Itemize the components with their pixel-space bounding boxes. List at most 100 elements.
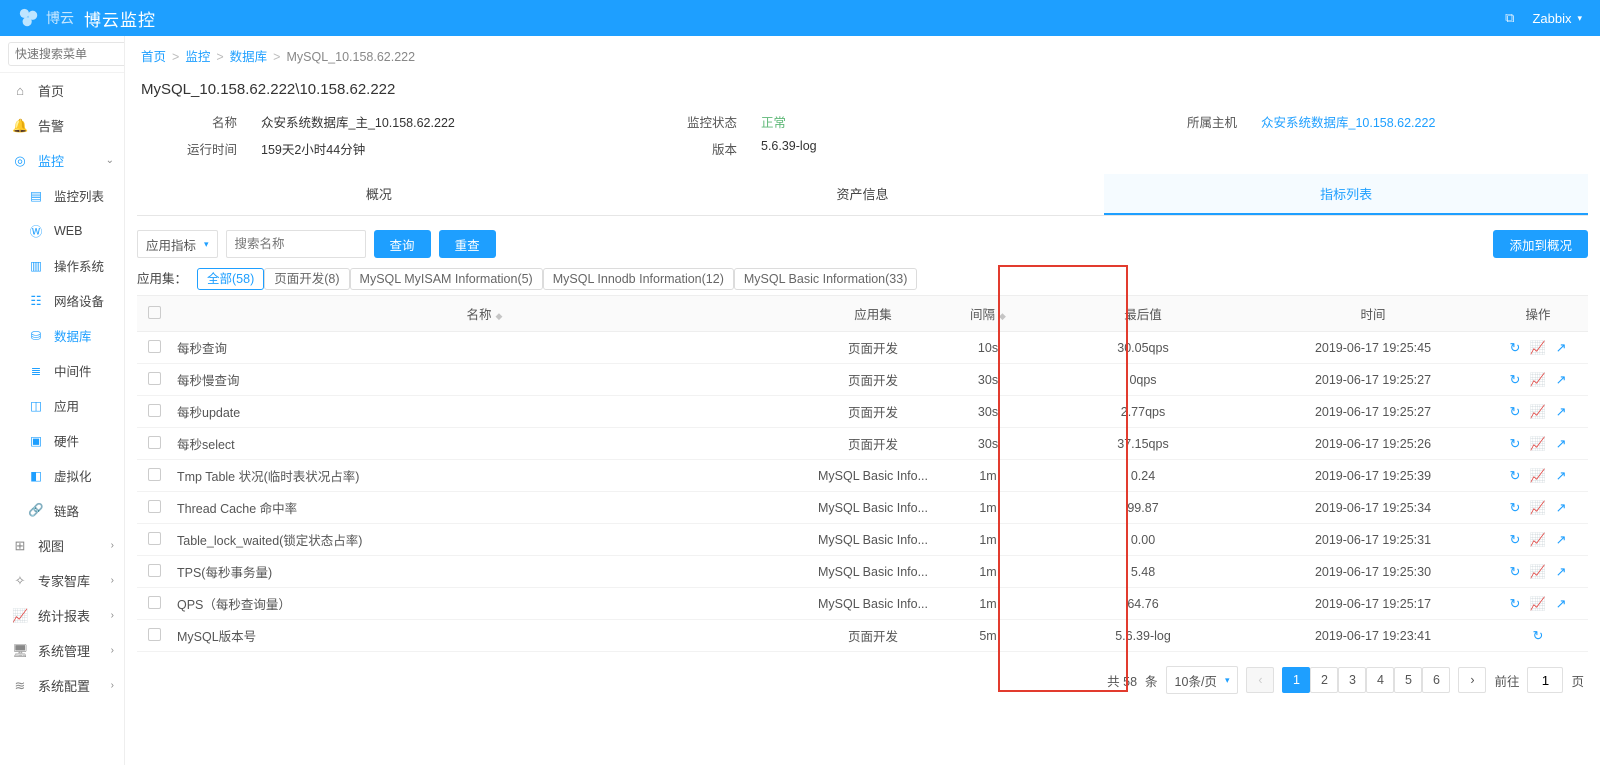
external-link-icon[interactable]: ↗ [1556, 436, 1567, 451]
value-host[interactable]: 众安系统数据库_10.158.62.222 [1261, 112, 1584, 131]
brand-text: 博云 [46, 8, 74, 28]
add-overview-button[interactable]: 添加到概况 [1493, 230, 1588, 258]
query-button[interactable]: 查询 [374, 230, 431, 258]
refresh-icon[interactable]: ↻ [1510, 372, 1521, 387]
filter-pill[interactable]: 页面开发(8) [264, 268, 349, 290]
chart-icon[interactable]: 📈 [1530, 532, 1546, 547]
refresh-icon[interactable]: ↻ [1510, 564, 1521, 579]
refresh-icon[interactable]: ↻ [1510, 436, 1521, 451]
sidebar-item[interactable]: 🔔 告警 [0, 108, 124, 143]
sidebar-item[interactable]: ≋ 系统配置 › [0, 668, 124, 703]
chart-icon[interactable]: 📈 [1530, 372, 1546, 387]
external-link-icon[interactable]: ↗ [1556, 404, 1567, 419]
external-link-icon[interactable]: ↗ [1556, 532, 1567, 547]
refresh-icon[interactable]: ↻ [1533, 628, 1544, 643]
user-menu[interactable]: Zabbix ▾ [1532, 11, 1582, 26]
sidebar-item[interactable]: ☷ 网络设备 [0, 283, 124, 318]
sidebar-item[interactable]: 🔗 链路 [0, 493, 124, 528]
chart-icon[interactable]: 📈 [1530, 468, 1546, 483]
pager-page[interactable]: 6 [1422, 667, 1450, 693]
row-checkbox[interactable] [148, 340, 161, 353]
refresh-icon[interactable]: ↻ [1510, 404, 1521, 419]
pager-page[interactable]: 4 [1366, 667, 1394, 693]
sidebar-item[interactable]: ◧ 虚拟化 [0, 458, 124, 493]
breadcrumb-item[interactable]: 监控 [185, 50, 210, 64]
sidebar-item[interactable]: ▤ 监控列表 [0, 178, 124, 213]
refresh-icon[interactable]: ↻ [1510, 468, 1521, 483]
breadcrumb-item[interactable]: 首页 [141, 50, 166, 64]
menu-label: 应用 [54, 396, 79, 415]
row-checkbox[interactable] [148, 564, 161, 577]
page-title: MySQL_10.158.62.222\10.158.62.222 [137, 75, 1588, 112]
refresh-icon[interactable]: ↻ [1510, 340, 1521, 355]
external-link-icon[interactable]: ↗ [1556, 500, 1567, 515]
filter-pill[interactable]: MySQL MyISAM Information(5) [350, 268, 543, 290]
sidebar-search-input[interactable] [8, 42, 125, 66]
refresh-icon[interactable]: ↻ [1510, 596, 1521, 611]
sidebar-item[interactable]: ▣ 硬件 [0, 423, 124, 458]
external-link-icon[interactable]: ↗ [1556, 468, 1567, 483]
sidebar-item[interactable]: ≣ 中间件 [0, 353, 124, 388]
row-checkbox[interactable] [148, 628, 161, 641]
row-checkbox[interactable] [148, 532, 161, 545]
select-app-metric[interactable]: 应用指标 ▾ [137, 230, 218, 258]
sidebar-item[interactable]: ⌂ 首页 [0, 73, 124, 108]
tab[interactable]: 指标列表 [1104, 174, 1588, 215]
refresh-icon[interactable]: ↻ [1510, 500, 1521, 515]
sidebar-item[interactable]: Ⓦ WEB [0, 213, 124, 248]
chart-icon[interactable]: 📈 [1530, 436, 1546, 451]
tabs: 概况资产信息指标列表 [137, 174, 1588, 216]
chart-icon[interactable]: 📈 [1530, 596, 1546, 611]
row-checkbox[interactable] [148, 500, 161, 513]
cell-set: MySQL Basic Info... [798, 524, 948, 556]
pager-goto-pre: 前往 [1494, 671, 1519, 690]
sidebar-item[interactable]: 📈 统计报表 › [0, 598, 124, 633]
sidebar-item[interactable]: ◎ 监控 ⌄ [0, 143, 124, 178]
pager-page[interactable]: 5 [1394, 667, 1422, 693]
pager-page[interactable]: 3 [1338, 667, 1366, 693]
external-link-icon[interactable]: ↗ [1556, 340, 1567, 355]
external-link-icon[interactable]: ↗ [1556, 596, 1567, 611]
table-row: Table_lock_waited(锁定状态占率) MySQL Basic In… [137, 524, 1588, 556]
pager-goto-input[interactable] [1527, 667, 1563, 693]
row-checkbox[interactable] [148, 404, 161, 417]
row-checkbox[interactable] [148, 596, 161, 609]
apps-icon[interactable]: ⧉ [1505, 10, 1514, 26]
row-checkbox[interactable] [148, 372, 161, 385]
select-all-checkbox[interactable] [148, 306, 161, 319]
pager-prev[interactable]: ‹ [1246, 667, 1274, 693]
row-checkbox[interactable] [148, 436, 161, 449]
filter-label: 应用集： [137, 268, 187, 287]
breadcrumb-item[interactable]: 数据库 [230, 50, 268, 64]
search-name-input[interactable] [226, 230, 366, 258]
sidebar-item[interactable]: ⊞ 视图 › [0, 528, 124, 563]
filter-pill[interactable]: MySQL Basic Information(33) [734, 268, 917, 290]
external-link-icon[interactable]: ↗ [1556, 564, 1567, 579]
cell-interval: 1m [948, 492, 1028, 524]
column-header[interactable]: 间隔◆ [948, 296, 1028, 332]
column-header[interactable]: 名称◆ [171, 296, 798, 332]
pager-page[interactable]: 2 [1310, 667, 1338, 693]
chart-icon[interactable]: 📈 [1530, 564, 1546, 579]
sidebar-item[interactable]: ⛁ 数据库 [0, 318, 124, 353]
pager-page[interactable]: 1 [1282, 667, 1310, 693]
sidebar-item[interactable]: 🖥 系统管理 › [0, 633, 124, 668]
refresh-icon[interactable]: ↻ [1510, 532, 1521, 547]
row-checkbox[interactable] [148, 468, 161, 481]
sidebar-item[interactable]: ◫ 应用 [0, 388, 124, 423]
external-link-icon[interactable]: ↗ [1556, 372, 1567, 387]
sidebar-item[interactable]: ✧ 专家智库 › [0, 563, 124, 598]
sidebar-item[interactable]: ▥ 操作系统 [0, 248, 124, 283]
filter-pill[interactable]: MySQL Innodb Information(12) [543, 268, 734, 290]
reset-button[interactable]: 重查 [439, 230, 496, 258]
tab[interactable]: 概况 [137, 174, 621, 215]
chevron-right-icon: › [111, 610, 114, 621]
page-size-select[interactable]: 10条/页 ▾ [1166, 666, 1239, 694]
pager-next[interactable]: › [1458, 667, 1486, 693]
cell-set: 页面开发 [798, 332, 948, 364]
tab[interactable]: 资产信息 [621, 174, 1105, 215]
chart-icon[interactable]: 📈 [1530, 404, 1546, 419]
chart-icon[interactable]: 📈 [1530, 500, 1546, 515]
chart-icon[interactable]: 📈 [1530, 340, 1546, 355]
filter-pill[interactable]: 全部(58) [197, 268, 264, 290]
